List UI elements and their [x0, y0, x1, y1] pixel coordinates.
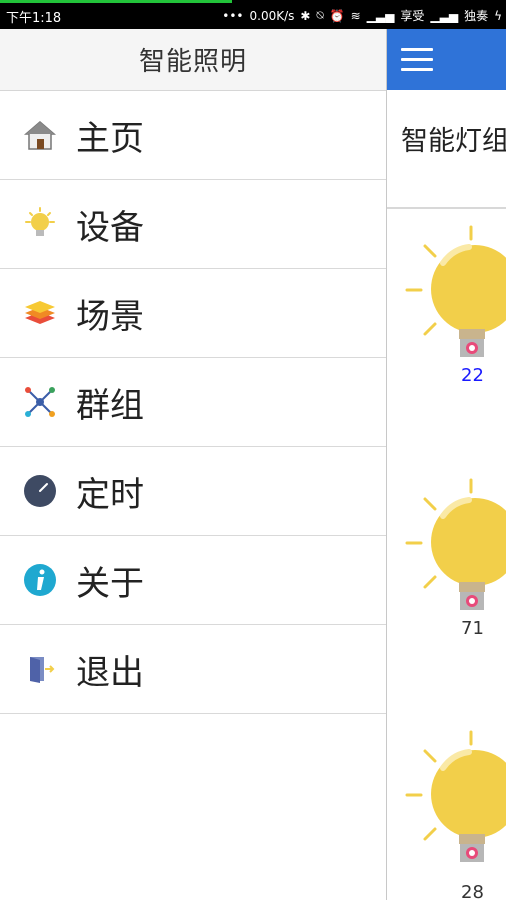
menu-item-label: 退出 [76, 652, 144, 693]
lightbulb-icon [405, 225, 506, 357]
menu-item-groups[interactable]: 群组 [0, 358, 386, 447]
mute-icon: ⍉ [316, 8, 324, 22]
network-speed: 0.00K/s [249, 8, 295, 23]
lamp-value: 22 [461, 365, 484, 386]
menu-item-about[interactable]: 关于 [0, 536, 386, 625]
menu-item-devices[interactable]: 设备 [0, 180, 386, 269]
drawer-menu: 主页 设备 场景 群组 定时 关于 退出 [0, 91, 386, 714]
lamp-value: 71 [461, 618, 484, 639]
network-icon [22, 384, 58, 420]
menu-item-label: 群组 [76, 385, 144, 426]
wifi-icon: ≋ [350, 8, 361, 23]
layers-icon [22, 295, 58, 331]
carrier-2: 独奏 [464, 9, 489, 23]
carrier-1: 享受 [400, 9, 425, 23]
menu-item-label: 场景 [76, 296, 144, 337]
drawer-title: 智能照明 [0, 29, 386, 91]
menu-item-timer[interactable]: 定时 [0, 447, 386, 536]
lightbulb-icon [22, 206, 58, 242]
menu-hamburger-icon[interactable] [401, 48, 433, 72]
navigation-drawer: 智能照明 主页 设备 场景 群组 定时 关于 退出 [0, 29, 387, 900]
clock-icon [22, 473, 58, 509]
menu-item-label: 关于 [76, 563, 144, 604]
lightbulb-icon [405, 478, 506, 610]
lamp-item[interactable]: 28 [405, 726, 506, 900]
menu-item-label: 设备 [76, 207, 144, 248]
home-icon [22, 117, 58, 153]
menu-item-scenes[interactable]: 场景 [0, 269, 386, 358]
alarm-icon: ⏰ [329, 8, 345, 23]
menu-item-home[interactable]: 主页 [0, 91, 386, 180]
group-title: 智能灯组 [401, 126, 506, 157]
signal-icon-1: ▁▃▅ [366, 8, 395, 23]
menu-item-label: 定时 [76, 474, 144, 515]
main-content: 智能灯组 22 71 28 [387, 29, 506, 900]
lamp-item[interactable]: 22 [405, 221, 506, 386]
status-icons: ••• 0.00K/s ✱ ⍉ ⏰ ≋ ▁▃▅ 享受 ▁▃▅ 独奏 ϟ [222, 7, 502, 24]
lamp-item[interactable]: 71 [405, 474, 506, 639]
lamp-value: 28 [461, 882, 484, 900]
menu-item-label: 主页 [76, 118, 144, 159]
exit-door-icon [22, 651, 58, 687]
divider [387, 207, 506, 209]
more-dots-icon: ••• [222, 8, 244, 23]
download-progress-bar [0, 0, 232, 3]
status-time: 下午1:18 [6, 11, 62, 26]
status-bar: 下午1:18 ••• 0.00K/s ✱ ⍉ ⏰ ≋ ▁▃▅ 享受 ▁▃▅ 独奏… [0, 0, 506, 29]
info-icon [22, 562, 58, 598]
signal-icon-2: ▁▃▅ [430, 8, 459, 23]
charging-icon: ϟ [494, 8, 502, 23]
bluetooth-icon: ✱ [300, 8, 311, 23]
menu-item-logout[interactable]: 退出 [0, 625, 386, 714]
app-bar [387, 29, 506, 90]
lightbulb-icon [405, 730, 506, 862]
